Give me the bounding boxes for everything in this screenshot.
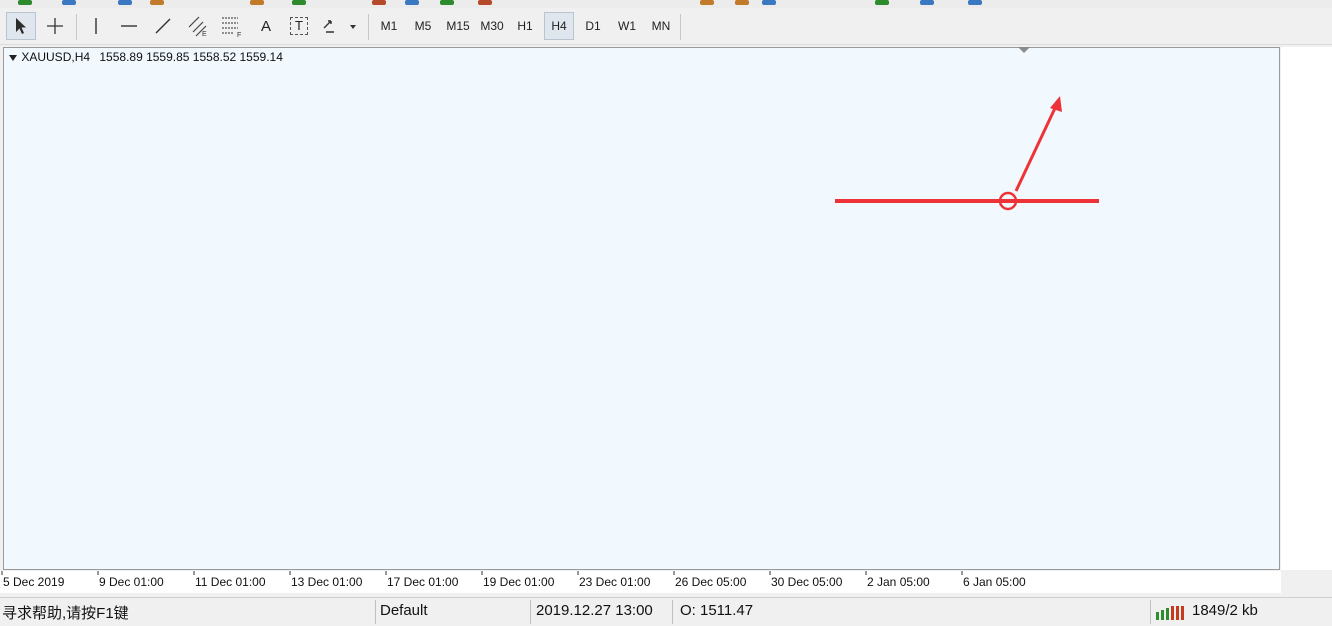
crosshair-tool[interactable]: [40, 12, 70, 40]
toolbar-stub-icon[interactable]: [118, 0, 132, 5]
tf-label: W1: [618, 19, 636, 33]
trendline-tool[interactable]: [148, 12, 178, 40]
status-divider: [672, 600, 673, 624]
toolbar-stub-icon[interactable]: [150, 0, 164, 5]
candlestick-chart[interactable]: [4, 48, 1279, 569]
time-tick-label: 5 Dec 2019: [3, 575, 65, 589]
time-tick-label: 13 Dec 01:00: [291, 575, 363, 589]
svg-text:F: F: [237, 32, 241, 37]
toolbar-stub-icon[interactable]: [372, 0, 386, 5]
status-bar: 寻求帮助,请按F1键 Default 2019.12.27 13:00 O: 1…: [0, 597, 1332, 626]
toolbar-stub-icon[interactable]: [440, 0, 454, 5]
status-help-text: 寻求帮助,请按F1键: [2, 605, 129, 622]
vertical-line-tool[interactable]: [82, 12, 110, 40]
toolbar-stub-icon[interactable]: [478, 0, 492, 5]
time-tick-label: 9 Dec 01:00: [99, 575, 164, 589]
time-tick-label: 23 Dec 01:00: [579, 575, 651, 589]
toolbar-stub-icon[interactable]: [968, 0, 982, 5]
toolbar-stub-icon[interactable]: [875, 0, 889, 5]
text-tool[interactable]: A: [252, 12, 280, 40]
toolbar-stub-icon[interactable]: [735, 0, 749, 5]
toolbar-stub-icon[interactable]: [920, 0, 934, 5]
time-tick-label: 17 Dec 01:00: [387, 575, 459, 589]
chart-area[interactable]: XAUUSD,H4 1558.89 1559.85 1558.52 1559.1…: [3, 47, 1280, 570]
status-divider: [375, 600, 376, 624]
crosshair-icon: [47, 18, 63, 34]
tf-label: M5: [414, 19, 432, 33]
tf-button-mn[interactable]: MN: [646, 12, 676, 40]
toolbar-stub-icon[interactable]: [18, 0, 32, 5]
time-tick-label: 30 Dec 05:00: [771, 575, 843, 589]
tf-button-m1[interactable]: M1: [374, 12, 404, 40]
tf-label: M30: [480, 19, 504, 33]
toolbar-separator: [76, 14, 77, 40]
tf-label: MN: [651, 19, 671, 33]
equidistant-channel-tool[interactable]: E: [182, 12, 214, 40]
text-label-tool[interactable]: T: [284, 12, 314, 40]
toolbar-stub-icon[interactable]: [405, 0, 419, 5]
toolbar-stub-icon[interactable]: [762, 0, 776, 5]
time-tick-label: 6 Jan 05:00: [963, 575, 1026, 589]
chart-ohlc: 1558.89 1559.85 1558.52 1559.14: [99, 50, 283, 64]
time-tick-label: 26 Dec 05:00: [675, 575, 747, 589]
horizontal-line-tool[interactable]: [114, 12, 144, 40]
time-scale: 5 Dec 2019 9 Dec 01:00 11 Dec 01:00 13 Dec …: [1, 571, 1026, 589]
tf-button-m5[interactable]: M5: [408, 12, 438, 40]
tf-label: H1: [517, 19, 533, 33]
chart-menu-triangle-icon[interactable]: [8, 54, 18, 62]
connection-status-icon[interactable]: [1155, 604, 1187, 620]
status-connection-traffic: 1849/2 kb: [1192, 602, 1258, 619]
vertical-line-icon: [95, 18, 97, 34]
status-open-price: O: 1511.47: [680, 602, 754, 619]
horizontal-line-icon: [121, 25, 137, 27]
fibonacci-icon: F: [222, 17, 241, 37]
bullish-arrow-annotation: [1014, 105, 1058, 192]
toolbar-stub-icon[interactable]: [292, 0, 306, 5]
trendline-icon: [155, 18, 171, 34]
status-divider: [1150, 600, 1151, 624]
status-divider: [530, 600, 531, 624]
toolbar-stub-icon[interactable]: [250, 0, 264, 5]
price-scale: 1591.551578.551565.301552.301539.051525.…: [1281, 47, 1332, 570]
time-tick-label: 2 Jan 05:00: [867, 575, 930, 589]
cursor-arrow-icon: [16, 18, 26, 34]
tf-button-m30[interactable]: M30: [476, 12, 508, 40]
text-tool-label: A: [260, 17, 271, 35]
toolbar-stub-icon[interactable]: [62, 0, 76, 5]
channel-icon: E: [188, 16, 207, 37]
toolbar-separator: [680, 14, 681, 40]
status-profile: Default: [380, 602, 428, 619]
tf-label: M15: [446, 19, 470, 33]
chart-header: XAUUSD,H4 1558.89 1559.85 1558.52 1559.1…: [8, 50, 283, 64]
svg-text:E: E: [202, 31, 207, 37]
tf-button-w1[interactable]: W1: [612, 12, 642, 40]
tf-label: H4: [551, 19, 567, 33]
price-axis: 1591.551578.551565.301552.301539.051525.…: [1281, 47, 1332, 570]
time-axis: 5 Dec 2019 9 Dec 01:00 11 Dec 01:00 13 Dec …: [0, 571, 1281, 593]
arrows-dropdown-icon: [323, 20, 356, 33]
arrows-dropdown-tool[interactable]: [318, 12, 362, 40]
line-studies-toolbar: E F A T M1 M5 M15 M30 H1 H4 D1 W1 MN: [0, 8, 1332, 45]
time-tick-label: 11 Dec 01:00: [195, 575, 266, 589]
status-datetime: 2019.12.27 13:00: [536, 602, 653, 619]
tf-label: D1: [585, 19, 601, 33]
chart-shift-marker-icon[interactable]: [1018, 47, 1030, 53]
chart-symbol-timeframe: XAUUSD,H4: [21, 50, 91, 64]
tf-label: M1: [380, 19, 398, 33]
toolbar-stub-icon[interactable]: [700, 0, 714, 5]
fibonacci-tool[interactable]: F: [216, 12, 248, 40]
tf-button-d1[interactable]: D1: [578, 12, 608, 40]
text-label-icon: T: [290, 17, 308, 35]
cursor-tool[interactable]: [6, 12, 36, 40]
tf-button-m15[interactable]: M15: [442, 12, 474, 40]
tf-button-h4[interactable]: H4: [544, 12, 574, 40]
toolbar-separator: [368, 14, 369, 40]
tf-button-h1[interactable]: H1: [510, 12, 540, 40]
arrowhead-icon: [1050, 96, 1062, 112]
time-tick-label: 19 Dec 01:00: [483, 575, 555, 589]
